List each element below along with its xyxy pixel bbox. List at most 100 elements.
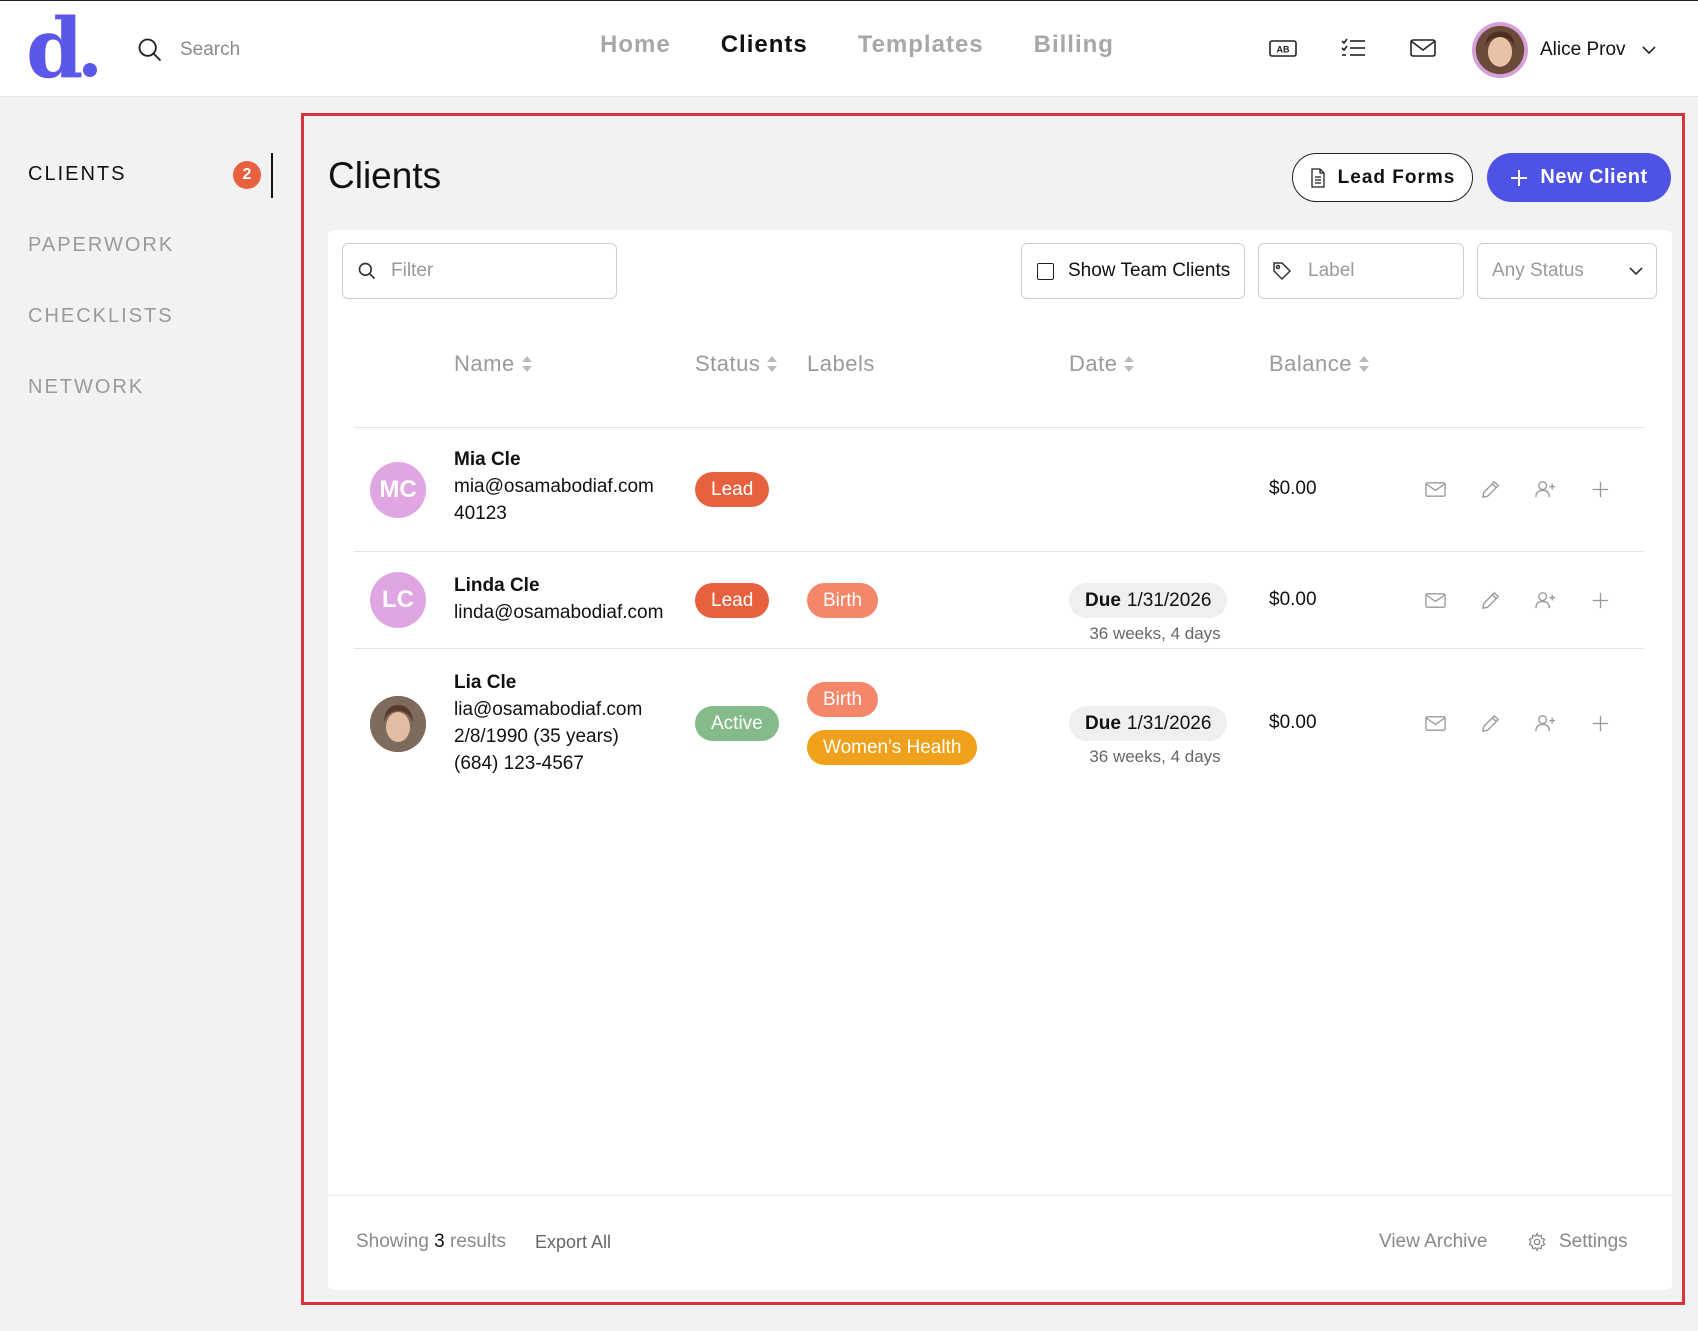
status-select-value: Any Status xyxy=(1492,260,1584,281)
sidebar-item-paperwork[interactable]: PAPERWORK xyxy=(28,234,174,257)
sort-icon xyxy=(1359,356,1370,372)
date-cell: Due 1/31/2026 36 weeks, 4 days xyxy=(1069,583,1241,644)
user-avatar xyxy=(1472,22,1528,78)
lead-forms-label: Lead Forms xyxy=(1337,166,1456,188)
mail-icon[interactable] xyxy=(1424,478,1447,501)
client-name[interactable]: Lia Cle xyxy=(454,669,642,696)
label-input[interactable] xyxy=(1308,260,1448,282)
edit-pencil-icon[interactable] xyxy=(1479,589,1502,612)
gestation-text: 36 weeks, 4 days xyxy=(1089,624,1221,643)
status-cell: Active xyxy=(695,706,779,741)
edit-pencil-icon[interactable] xyxy=(1479,478,1502,501)
filter-input[interactable] xyxy=(391,260,591,282)
page-title: Clients xyxy=(328,155,442,196)
header-icons: AB xyxy=(1268,33,1438,63)
filter-field[interactable] xyxy=(342,243,617,299)
date-cell: Due 1/31/2026 36 weeks, 4 days xyxy=(1069,706,1241,767)
client-info: Linda Cle linda@osamabodiaf.com xyxy=(454,572,663,626)
status-badge: Lead xyxy=(695,472,770,507)
status-cell: Lead xyxy=(695,583,770,618)
plus-icon[interactable] xyxy=(1589,589,1612,612)
client-extra: 40123 xyxy=(454,503,507,524)
nav-home[interactable]: Home xyxy=(600,31,671,59)
chevron-down-icon xyxy=(1641,46,1656,55)
label-filter[interactable] xyxy=(1258,243,1464,299)
lead-forms-button[interactable]: Lead Forms xyxy=(1292,153,1473,202)
label-tag: Birth xyxy=(807,583,879,618)
balance-value: $0.00 xyxy=(1269,712,1317,733)
table-row[interactable]: Lia Cle lia@osamabodiaf.com 2/8/1990 (35… xyxy=(354,649,1644,789)
client-photo-avatar xyxy=(370,696,426,752)
row-actions xyxy=(1424,478,1612,501)
balance-value: $0.00 xyxy=(1269,478,1317,499)
user-menu[interactable]: Alice Prov xyxy=(1472,22,1658,78)
client-avatar: MC xyxy=(370,462,426,518)
client-birthdate: 2/8/1990 (35 years) xyxy=(454,726,619,747)
column-header-balance[interactable]: Balance xyxy=(1269,351,1370,377)
column-header-date[interactable]: Date xyxy=(1069,351,1135,377)
sidebar-item-clients[interactable]: CLIENTS xyxy=(28,163,126,186)
results-count: Showing 3 results xyxy=(356,1231,506,1252)
label-tag: Birth xyxy=(807,682,879,717)
client-email: linda@osamabodiaf.com xyxy=(454,602,664,623)
settings-link[interactable]: Settings xyxy=(1527,1231,1628,1253)
ab-badge-icon[interactable]: AB xyxy=(1268,33,1298,63)
row-actions xyxy=(1424,712,1612,735)
client-info: Lia Cle lia@osamabodiaf.com 2/8/1990 (35… xyxy=(454,669,642,777)
add-user-icon[interactable] xyxy=(1534,712,1557,735)
user-name: Alice Prov xyxy=(1540,39,1626,60)
labels-cell: Birth xyxy=(807,583,879,618)
nav-templates[interactable]: Templates xyxy=(858,31,984,59)
plus-icon[interactable] xyxy=(1589,712,1612,735)
row-actions xyxy=(1424,589,1612,612)
sidebar-item-network[interactable]: NETWORK xyxy=(28,376,144,399)
team-clients-checkbox[interactable] xyxy=(1037,262,1054,280)
search-icon xyxy=(358,262,376,280)
client-name[interactable]: Mia Cle xyxy=(454,446,654,473)
table-row[interactable]: LC Linda Cle linda@osamabodiaf.com Lead … xyxy=(354,552,1644,649)
client-info: Mia Cle mia@osamabodiaf.com 40123 xyxy=(454,446,654,527)
show-team-clients-toggle[interactable]: Show Team Clients xyxy=(1021,243,1245,299)
status-badge: Active xyxy=(695,706,779,741)
active-indicator xyxy=(271,153,273,198)
sidebar: CLIENTS 2 PAPERWORK CHECKLISTS NETWORK xyxy=(0,0,290,1233)
plus-icon xyxy=(1511,169,1528,186)
status-select[interactable]: Any Status xyxy=(1477,243,1657,299)
plus-icon[interactable] xyxy=(1589,478,1612,501)
column-header-name[interactable]: Name xyxy=(454,351,533,377)
add-user-icon[interactable] xyxy=(1534,589,1557,612)
export-all-link[interactable]: Export All xyxy=(535,1232,611,1253)
sort-icon xyxy=(1124,356,1135,372)
label-tag: Women's Health xyxy=(807,730,978,765)
table-footer: Showing 3 results Export All View Archiv… xyxy=(328,1195,1672,1290)
column-header-labels: Labels xyxy=(807,351,875,376)
team-clients-label: Show Team Clients xyxy=(1068,260,1231,281)
status-cell: Lead xyxy=(695,472,770,507)
sidebar-item-checklists[interactable]: CHECKLISTS xyxy=(28,305,174,328)
chevron-down-icon xyxy=(1629,267,1643,276)
status-badge: Lead xyxy=(695,583,770,618)
document-icon xyxy=(1310,167,1325,188)
client-name[interactable]: Linda Cle xyxy=(454,572,663,599)
view-archive-link[interactable]: View Archive xyxy=(1379,1231,1487,1253)
add-user-icon[interactable] xyxy=(1534,478,1557,501)
client-avatar: LC xyxy=(370,572,426,628)
checklist-icon[interactable] xyxy=(1338,33,1368,63)
nav-billing[interactable]: Billing xyxy=(1034,31,1114,59)
column-header-status[interactable]: Status xyxy=(695,351,778,377)
clients-card: Show Team Clients Any Status Name Status… xyxy=(328,230,1672,1290)
mail-icon[interactable] xyxy=(1424,712,1447,735)
nav-clients[interactable]: Clients xyxy=(721,31,808,59)
tag-icon xyxy=(1273,262,1292,281)
labels-cell: Birth Women's Health xyxy=(807,682,978,765)
table-row[interactable]: MC Mia Cle mia@osamabodiaf.com 40123 Lea… xyxy=(354,428,1644,552)
new-client-button[interactable]: New Client xyxy=(1487,153,1671,202)
ab-badge-text: AB xyxy=(1277,45,1290,55)
mail-icon[interactable] xyxy=(1424,589,1447,612)
gestation-text: 36 weeks, 4 days xyxy=(1089,747,1221,766)
client-phone: (684) 123-4567 xyxy=(454,753,584,774)
edit-pencil-icon[interactable] xyxy=(1479,712,1502,735)
balance-value: $0.00 xyxy=(1269,589,1317,610)
client-email: mia@osamabodiaf.com xyxy=(454,476,654,497)
mail-icon[interactable] xyxy=(1408,33,1438,63)
